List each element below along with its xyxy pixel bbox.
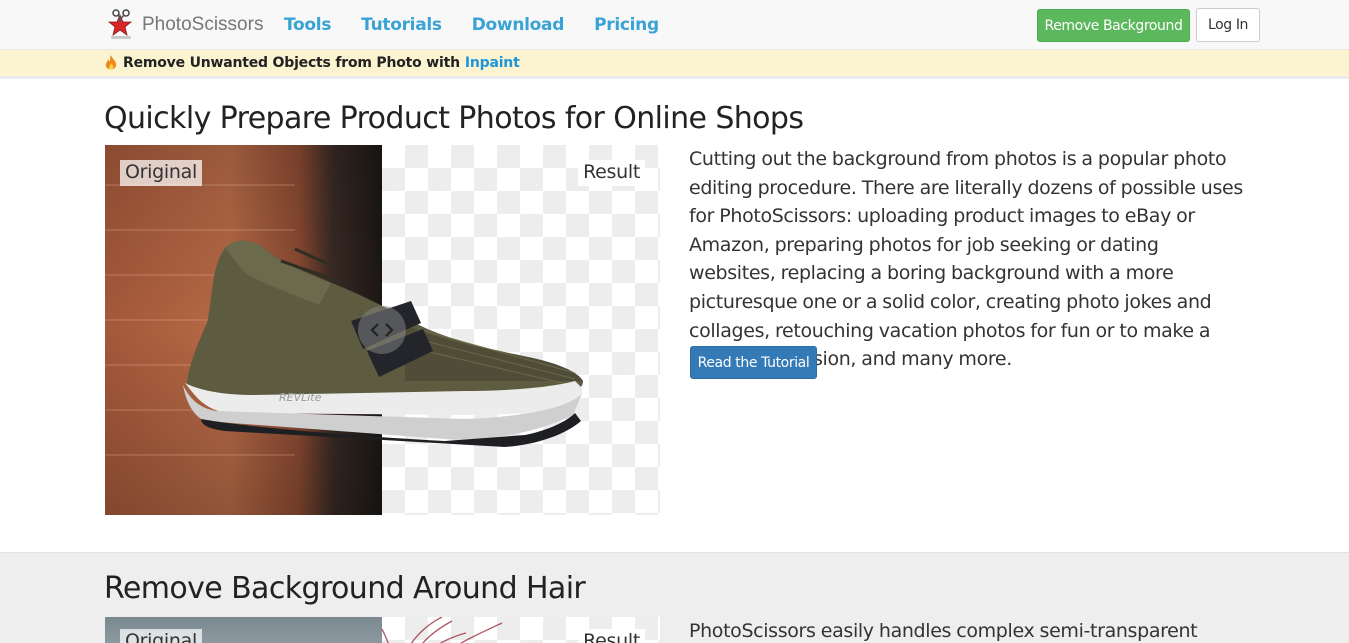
- login-button[interactable]: Log In: [1196, 8, 1260, 42]
- original-label: Original: [120, 629, 202, 643]
- result-label: Result: [578, 629, 645, 643]
- chevron-left-right-icon: [370, 323, 394, 337]
- result-label: Result: [578, 160, 645, 186]
- result-image: Result: [382, 145, 660, 515]
- section-description: Cutting out the background from photos i…: [689, 148, 1243, 371]
- original-image: Original: [105, 617, 382, 643]
- remove-background-button[interactable]: Remove Background: [1037, 9, 1190, 42]
- brand-logo[interactable]: PhotoScissors: [107, 8, 263, 41]
- result-image: Result: [382, 617, 660, 643]
- section-title: Remove Background Around Hair: [104, 571, 586, 606]
- nav-link-tutorials[interactable]: Tutorials: [361, 15, 442, 35]
- promo-content: Remove Unwanted Objects from Photo with …: [104, 55, 520, 71]
- hair-removal-section: Remove Background Around Hair Original R…: [0, 552, 1349, 643]
- before-after-comparison[interactable]: Original Result REVLite: [105, 145, 660, 515]
- before-after-comparison[interactable]: Original Result: [105, 617, 660, 643]
- section-description: PhotoScissors easily handles complex sem…: [689, 620, 1198, 642]
- original-image: Original: [105, 145, 382, 515]
- promo-text: Remove Unwanted Objects from Photo with: [123, 55, 460, 71]
- nav-link-download[interactable]: Download: [472, 15, 565, 35]
- original-label: Original: [120, 160, 202, 186]
- product-photos-section: Quickly Prepare Product Photos for Onlin…: [0, 82, 1349, 552]
- section-title: Quickly Prepare Product Photos for Onlin…: [104, 101, 804, 136]
- read-tutorial-button[interactable]: Read the Tutorial: [690, 346, 817, 379]
- nav-link-pricing[interactable]: Pricing: [594, 15, 659, 35]
- brand-name: PhotoScissors: [142, 14, 264, 35]
- promo-inpaint-link[interactable]: Inpaint: [465, 55, 520, 71]
- flame-icon: [104, 55, 118, 71]
- comparison-slider-handle[interactable]: [358, 306, 406, 354]
- scissors-star-logo-icon: [107, 8, 135, 41]
- nav-link-tools[interactable]: Tools: [284, 15, 331, 35]
- top-navbar: PhotoScissors Tools Tutorials Download P…: [0, 0, 1349, 50]
- promo-banner: Remove Unwanted Objects from Photo with …: [0, 50, 1349, 79]
- main-nav: Tools Tutorials Download Pricing: [284, 0, 689, 50]
